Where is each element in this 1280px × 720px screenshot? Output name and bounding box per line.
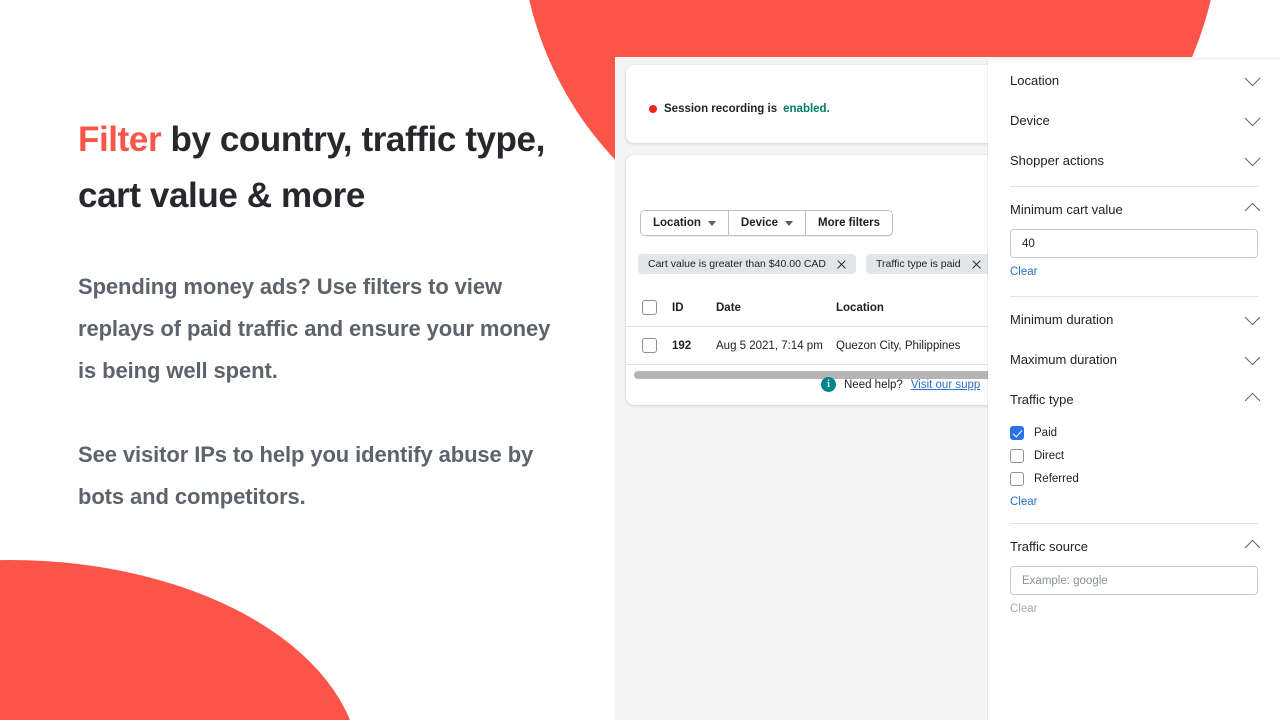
filter-section-maximum-duration[interactable]: Maximum duration <box>1010 339 1261 379</box>
support-link[interactable]: Visit our supp <box>911 379 980 391</box>
page-title: Filter by country, traffic type, cart va… <box>78 112 558 224</box>
sessions-table-card: Location Device More filters Cart value … <box>626 155 988 405</box>
table-header-location: Location <box>836 301 884 314</box>
filter-section-maximum-duration-label: Maximum duration <box>1010 351 1117 367</box>
promo-screenshot: Filter by country, traffic type, cart va… <box>0 0 1280 720</box>
chevron-down-icon <box>1244 349 1261 365</box>
filter-section-location[interactable]: Location <box>1010 60 1261 100</box>
filter-section-device[interactable]: Device <box>1010 100 1261 140</box>
table-cell-id: 192 <box>672 339 692 352</box>
chevron-down-icon <box>1244 309 1261 325</box>
chevron-down-icon <box>707 220 716 226</box>
table-cell-location: Quezon City, Philippines <box>836 339 961 352</box>
marketing-copy: Filter by country, traffic type, cart va… <box>78 112 558 518</box>
select-all-checkbox[interactable] <box>642 300 657 315</box>
filter-section-minimum-duration-label: Minimum duration <box>1010 311 1114 327</box>
traffic-type-option-direct-label: Direct <box>1034 449 1065 462</box>
minimum-cart-value-input[interactable] <box>1010 229 1258 258</box>
divider <box>1010 186 1258 187</box>
marketing-paragraph-2: See visitor IPs to help you identify abu… <box>78 442 534 509</box>
chevron-down-icon <box>1244 150 1261 166</box>
minimum-cart-value-body: Clear <box>1010 229 1258 284</box>
chevron-down-icon <box>785 220 794 226</box>
filters-sidebar: Location Device Shopper actions Minimum … <box>988 60 1280 720</box>
filter-button-more-filters[interactable]: More filters <box>806 211 893 235</box>
chevron-up-icon <box>1244 392 1261 409</box>
need-help-label: Need help? <box>844 378 903 391</box>
app-main-column: Session recording is enabled. Location D… <box>615 57 988 720</box>
divider <box>1010 296 1258 297</box>
filter-section-traffic-type-label: Traffic type <box>1010 391 1074 407</box>
close-icon[interactable] <box>836 259 847 270</box>
traffic-source-clear-link[interactable]: Clear <box>1010 603 1037 615</box>
table-header-date: Date <box>716 301 741 314</box>
traffic-type-option-paid-label: Paid <box>1034 426 1058 439</box>
filter-button-location[interactable]: Location <box>641 211 729 235</box>
row-select-checkbox[interactable] <box>642 338 657 353</box>
filter-section-traffic-type[interactable]: Traffic type <box>1010 379 1261 419</box>
filter-button-location-label: Location <box>653 217 701 229</box>
filter-section-location-label: Location <box>1010 72 1060 88</box>
table-row[interactable]: 192 Aug 5 2021, 7:14 pm Quezon City, Phi… <box>626 327 988 365</box>
applied-filter-chip-traffic-type[interactable]: Traffic type is paid <box>866 254 988 274</box>
checkbox-icon[interactable] <box>1010 448 1024 463</box>
marketing-body: Spending money ads? Use filters to view … <box>78 266 558 518</box>
filter-button-group: Location Device More filters <box>640 210 894 236</box>
session-recording-banner: Session recording is enabled. <box>626 65 988 143</box>
minimum-cart-value-clear-link[interactable]: Clear <box>1010 266 1037 278</box>
app-screenshot: Session recording is enabled. Location D… <box>615 57 1280 720</box>
need-help-footer: i Need help? Visit our supp <box>821 377 980 392</box>
chevron-down-icon <box>1244 70 1261 86</box>
applied-filter-chips: Cart value is greater than $40.00 CAD Tr… <box>638 254 988 274</box>
filter-section-shopper-actions[interactable]: Shopper actions <box>1010 140 1261 180</box>
filter-section-shopper-actions-label: Shopper actions <box>1010 152 1104 168</box>
session-recording-state: enabled. <box>783 103 830 115</box>
filter-button-device[interactable]: Device <box>728 211 807 235</box>
session-recording-label: Session recording is <box>664 103 778 115</box>
checkbox-checked-icon[interactable] <box>1010 425 1024 440</box>
info-icon: i <box>821 377 836 392</box>
filter-section-device-label: Device <box>1010 112 1050 128</box>
table-header-id: ID <box>672 301 684 314</box>
close-icon[interactable] <box>971 259 982 270</box>
applied-filter-chip-traffic-type-label: Traffic type is paid <box>876 258 961 270</box>
filter-button-more-filters-label: More filters <box>818 217 881 229</box>
checkbox-icon[interactable] <box>1010 471 1024 486</box>
filter-section-minimum-cart-value-label: Minimum cart value <box>1010 201 1123 217</box>
session-recording-status: Session recording is enabled. <box>649 103 830 115</box>
traffic-source-body: Clear <box>1010 566 1258 617</box>
traffic-type-body: Paid Direct Referred Clear <box>1010 419 1258 510</box>
divider <box>1010 523 1258 524</box>
recording-dot-icon <box>649 105 657 113</box>
filter-section-traffic-source[interactable]: Traffic source <box>1010 526 1261 566</box>
chevron-up-icon <box>1244 202 1261 219</box>
traffic-source-input[interactable] <box>1010 566 1258 595</box>
table-header-row: ID Date Location <box>626 289 988 327</box>
traffic-type-option-referred[interactable]: Referred <box>1010 467 1258 490</box>
filter-section-minimum-cart-value[interactable]: Minimum cart value <box>1010 189 1261 229</box>
table-cell-date: Aug 5 2021, 7:14 pm <box>716 339 823 352</box>
applied-filter-chip-cart-value[interactable]: Cart value is greater than $40.00 CAD <box>638 254 857 274</box>
chevron-down-icon <box>1244 110 1261 126</box>
traffic-type-option-referred-label: Referred <box>1034 472 1079 485</box>
filter-section-traffic-source-label: Traffic source <box>1010 538 1089 554</box>
filter-button-device-label: Device <box>740 217 779 229</box>
headline-highlight: Filter <box>78 120 162 159</box>
traffic-type-option-paid[interactable]: Paid <box>1010 421 1258 444</box>
traffic-type-clear-link[interactable]: Clear <box>1010 496 1037 508</box>
marketing-paragraph-1: Spending money ads? Use filters to view … <box>78 274 551 383</box>
traffic-type-option-direct[interactable]: Direct <box>1010 444 1258 467</box>
filter-section-minimum-duration[interactable]: Minimum duration <box>1010 299 1261 339</box>
chevron-up-icon <box>1244 539 1261 556</box>
decorative-red-blob-bottom <box>0 560 360 720</box>
applied-filter-chip-cart-value-label: Cart value is greater than $40.00 CAD <box>648 258 827 270</box>
sessions-table: ID Date Location 192 Aug 5 2021, 7:14 pm… <box>626 289 988 365</box>
